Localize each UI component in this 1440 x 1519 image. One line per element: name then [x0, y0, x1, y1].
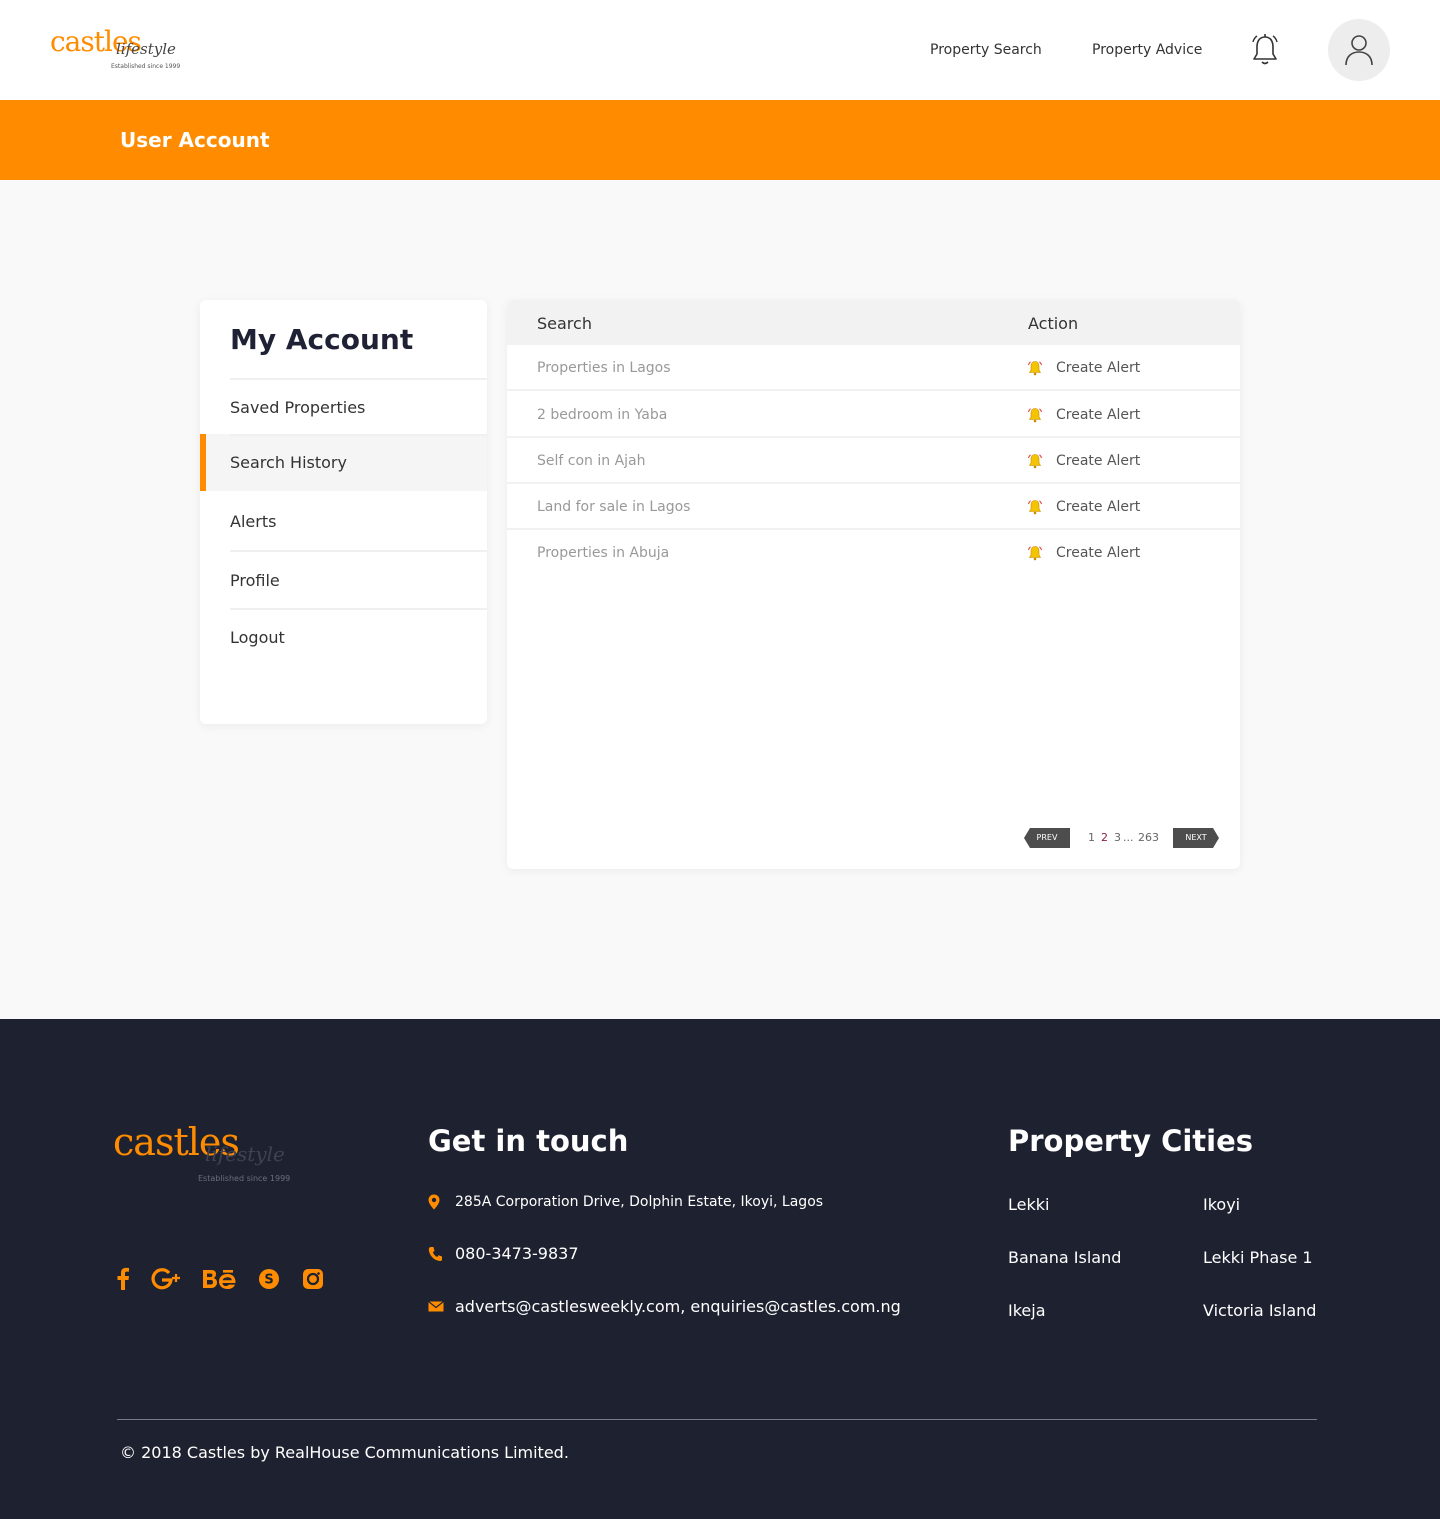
column-header-search: Search	[537, 314, 592, 333]
sidebar-item-label: Profile	[230, 571, 280, 590]
divider	[230, 434, 487, 436]
divider	[230, 608, 487, 610]
location-pin-icon	[428, 1194, 440, 1210]
copyright-text: © 2018 Castles by RealHouse Communicatio…	[120, 1443, 569, 1462]
site-header: castles lifestyle Established since 1999…	[0, 0, 1440, 100]
create-alert-label: Create Alert	[1056, 499, 1141, 515]
user-avatar[interactable]	[1328, 19, 1390, 81]
search-query[interactable]: 2 bedroom in Yaba	[537, 406, 667, 424]
logo-tagline: Established since 1999	[111, 63, 181, 70]
facebook-icon[interactable]	[116, 1267, 130, 1291]
contact-email[interactable]: adverts@castlesweekly.com, enquiries@cas…	[428, 1297, 928, 1319]
table-row: 2 bedroom in Yaba Create Alert	[507, 392, 1240, 438]
footer-logo-tagline: Established since 1999	[198, 1174, 291, 1183]
alert-bell-icon	[1028, 454, 1042, 469]
create-alert-label: Create Alert	[1056, 407, 1141, 423]
contact-phone[interactable]: 080-3473-9837	[428, 1244, 628, 1266]
sidebar-item-alerts[interactable]: Alerts	[200, 491, 487, 550]
mail-icon	[428, 1301, 444, 1312]
active-indicator	[200, 434, 206, 491]
alert-bell-icon	[1028, 546, 1042, 561]
footer-divider	[117, 1419, 1317, 1420]
sidebar-item-profile[interactable]: Profile	[200, 550, 487, 608]
city-link-banana-island[interactable]: Banana Island	[1008, 1248, 1121, 1268]
footer-logo[interactable]: castles lifestyle Established since 1999	[113, 1120, 303, 1185]
sidebar-item-saved-properties[interactable]: Saved Properties	[200, 378, 487, 435]
column-header-action: Action	[1028, 314, 1079, 333]
page-number-2[interactable]: 2	[1101, 831, 1108, 845]
site-footer: castles lifestyle Established since 1999…	[0, 1019, 1440, 1519]
phone-icon	[428, 1247, 442, 1261]
search-query[interactable]: Self con in Ajah	[537, 452, 646, 470]
email-text: adverts@castlesweekly.com, enquiries@cas…	[455, 1297, 901, 1316]
table-row: Land for sale in Lagos Create Alert	[507, 484, 1240, 530]
property-cities-heading: Property Cities	[1008, 1124, 1254, 1158]
sidebar-item-label: Alerts	[230, 512, 277, 531]
sidebar-item-label: Saved Properties	[230, 398, 366, 417]
page-number-3[interactable]: 3	[1114, 831, 1121, 845]
city-link-ikoyi[interactable]: Ikoyi	[1203, 1195, 1240, 1215]
address-text: 285A Corporation Drive, Dolphin Estate, …	[455, 1194, 824, 1210]
create-alert-label: Create Alert	[1056, 453, 1141, 469]
alert-bell-icon	[1028, 408, 1042, 423]
page-number-last[interactable]: 263	[1138, 831, 1159, 845]
search-query[interactable]: Properties in Lagos	[537, 359, 671, 377]
city-link-lekki-phase-1[interactable]: Lekki Phase 1	[1203, 1248, 1313, 1268]
nav-property-search[interactable]: Property Search	[930, 41, 1042, 59]
city-link-victoria-island[interactable]: Victoria Island	[1203, 1301, 1316, 1321]
alert-bell-icon	[1028, 500, 1042, 515]
phone-text: 080-3473-9837	[455, 1244, 579, 1263]
skype-icon[interactable]: S	[258, 1267, 280, 1291]
sidebar-item-logout[interactable]: Logout	[200, 608, 487, 666]
page-ellipsis: ...	[1123, 831, 1134, 844]
instagram-icon[interactable]	[302, 1267, 324, 1291]
table-row: Self con in Ajah Create Alert	[507, 438, 1240, 484]
city-link-lekki[interactable]: Lekki	[1008, 1195, 1049, 1215]
page-banner: User Account	[0, 100, 1440, 180]
alert-bell-icon	[1028, 361, 1042, 376]
google-plus-icon[interactable]	[151, 1267, 181, 1291]
get-in-touch-heading: Get in touch	[428, 1124, 629, 1158]
table-row: Properties in Lagos Create Alert	[507, 345, 1240, 391]
create-alert-label: Create Alert	[1056, 360, 1141, 376]
city-link-ikeja[interactable]: Ikeja	[1008, 1301, 1046, 1321]
user-icon	[1345, 35, 1373, 66]
sidebar-item-label: Search History	[230, 453, 347, 472]
table-header: Search Action	[507, 300, 1240, 345]
nav-property-advice[interactable]: Property Advice	[1092, 41, 1202, 59]
svg-text:S: S	[264, 1273, 273, 1288]
bell-icon[interactable]	[1250, 33, 1280, 67]
sidebar-item-label: Logout	[230, 628, 285, 647]
footer-logo-script: lifestyle	[205, 1142, 285, 1166]
pagination: PREV 1 2 3 ... 263 NEXT	[1024, 828, 1224, 848]
search-history-table: Search Action Properties in Lagos Create…	[507, 300, 1240, 869]
account-sidebar: My Account Saved Properties Search Histo…	[200, 300, 487, 724]
sidebar-item-search-history[interactable]: Search History	[200, 434, 487, 491]
contact-address: 285A Corporation Drive, Dolphin Estate, …	[428, 1192, 828, 1214]
prev-page-button[interactable]: PREV	[1024, 828, 1070, 848]
sidebar-title: My Account	[230, 323, 414, 356]
search-query[interactable]: Properties in Abuja	[537, 544, 669, 562]
divider	[230, 378, 487, 380]
logo-script: lifestyle	[116, 40, 176, 58]
page-title: User Account	[120, 128, 270, 152]
next-page-button[interactable]: NEXT	[1173, 828, 1219, 848]
behance-icon[interactable]	[201, 1267, 237, 1291]
create-alert-label: Create Alert	[1056, 545, 1141, 561]
divider	[230, 550, 487, 552]
castles-logo[interactable]: castles lifestyle Established since 1999	[50, 26, 190, 74]
page-number-1[interactable]: 1	[1088, 831, 1095, 845]
search-query[interactable]: Land for sale in Lagos	[537, 498, 690, 516]
table-row: Properties in Abuja Create Alert	[507, 530, 1240, 576]
